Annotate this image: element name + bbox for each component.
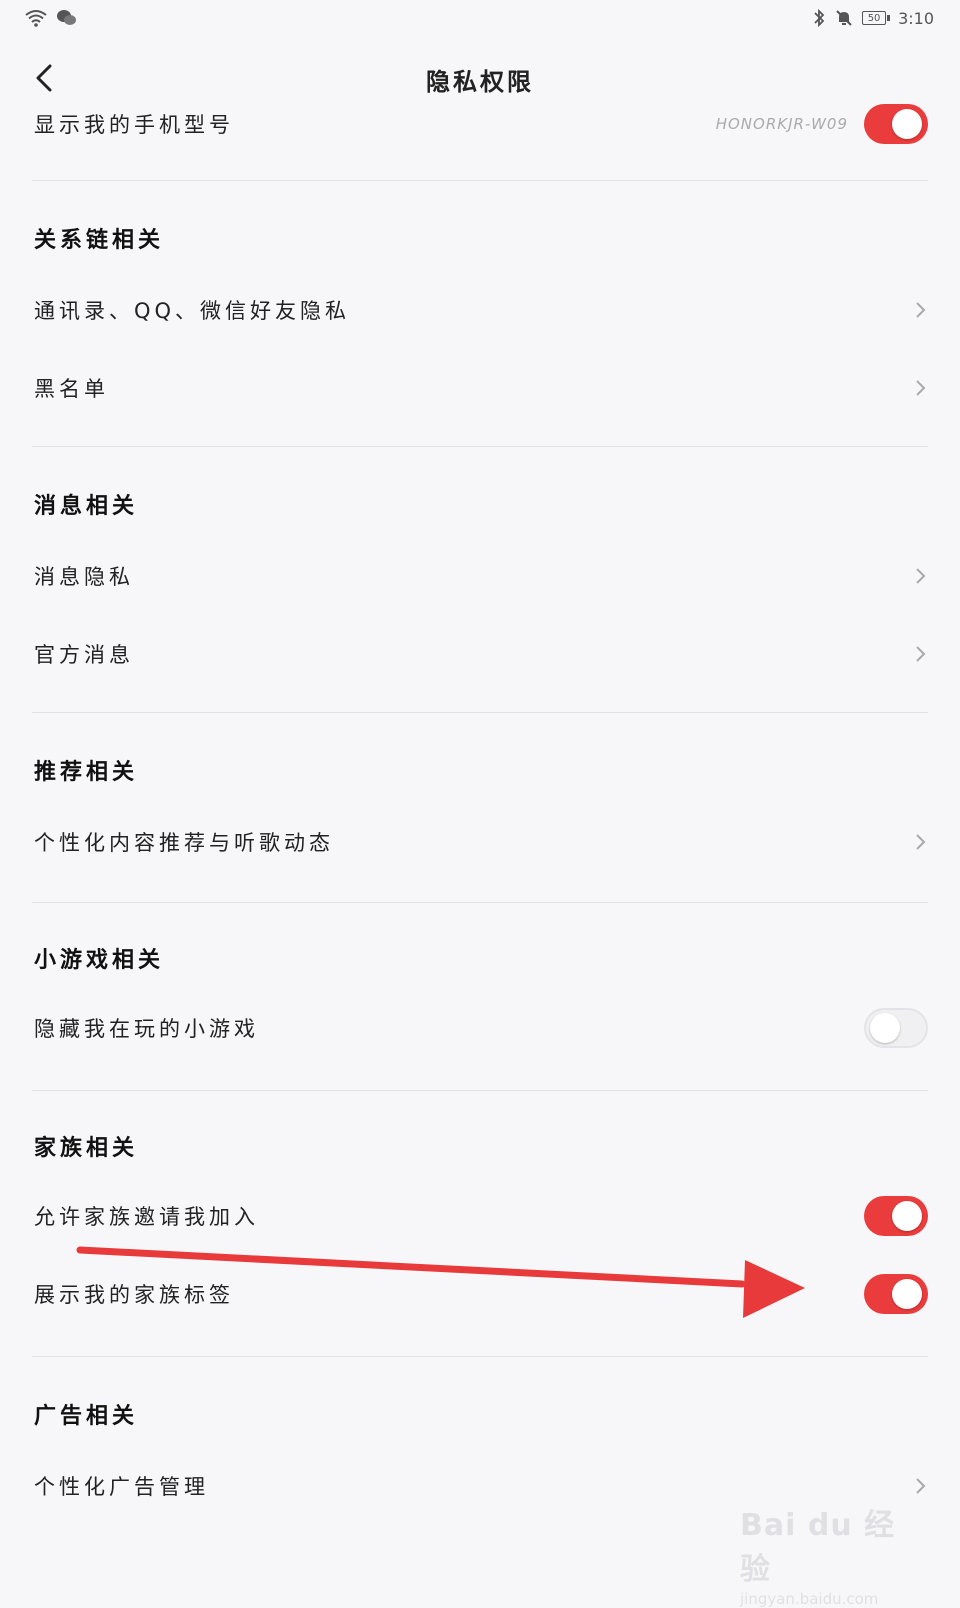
- wechat-icon: [57, 10, 76, 25]
- divider: [32, 712, 928, 713]
- wifi-icon: [25, 10, 47, 27]
- battery-indicator: 50: [862, 11, 891, 25]
- row-label: 展示我的家族标签: [34, 1283, 234, 1307]
- divider: [32, 180, 928, 181]
- section-title-minigames: 小游戏相关: [34, 948, 165, 973]
- divider: [32, 1356, 928, 1357]
- row-hide-minigames[interactable]: 隐藏我在玩的小游戏: [34, 996, 928, 1060]
- watermark-url: jingyan.baidu.com: [740, 1590, 879, 1608]
- row-label: 个性化广告管理: [34, 1475, 209, 1499]
- battery-level: 50: [862, 11, 887, 25]
- watermark-logo: Bai du 经验: [740, 1508, 896, 1587]
- chevron-right-icon: [916, 834, 926, 850]
- divider: [32, 902, 928, 903]
- section-title-recommend: 推荐相关: [34, 760, 139, 785]
- divider: [32, 446, 928, 447]
- section-title-relations: 关系链相关: [34, 228, 165, 253]
- row-label: 消息隐私: [34, 565, 134, 589]
- chevron-right-icon: [916, 1478, 926, 1494]
- row-label: 通讯录、QQ、微信好友隐私: [34, 299, 351, 323]
- toggle-show-phone-model[interactable]: [864, 104, 928, 144]
- status-right: 50 3:10: [812, 8, 934, 28]
- chevron-right-icon: [916, 646, 926, 662]
- phone-model-value: HONORKJR-W09: [715, 115, 848, 133]
- row-contacts-privacy[interactable]: 通讯录、QQ、微信好友隐私: [34, 278, 928, 342]
- row-label: 个性化内容推荐与听歌动态: [34, 831, 334, 855]
- row-show-phone-model[interactable]: 显示我的手机型号 HONORKJR-W09: [34, 92, 928, 156]
- chevron-right-icon: [916, 302, 926, 318]
- chevron-right-icon: [916, 568, 926, 584]
- toggle-show-family-tag[interactable]: [864, 1274, 928, 1314]
- row-label: 隐藏我在玩的小游戏: [34, 1017, 259, 1041]
- row-label: 显示我的手机型号: [34, 113, 234, 137]
- row-blacklist[interactable]: 黑名单: [34, 356, 928, 420]
- toggle-hide-minigames[interactable]: [864, 1008, 928, 1048]
- status-left: [24, 8, 78, 28]
- row-allow-family-invite[interactable]: 允许家族邀请我加入: [34, 1184, 928, 1248]
- toggle-allow-family-invite[interactable]: [864, 1196, 928, 1236]
- status-bar: 50 3:10: [0, 0, 960, 40]
- row-message-privacy[interactable]: 消息隐私: [34, 544, 928, 608]
- row-label: 官方消息: [34, 643, 134, 667]
- status-time: 3:10: [898, 8, 934, 28]
- section-title-messages: 消息相关: [34, 494, 139, 519]
- section-title-ads: 广告相关: [34, 1404, 139, 1429]
- row-label: 允许家族邀请我加入: [34, 1205, 259, 1229]
- chevron-right-icon: [916, 380, 926, 396]
- divider: [32, 1090, 928, 1091]
- section-title-family: 家族相关: [34, 1136, 139, 1161]
- row-show-family-tag[interactable]: 展示我的家族标签: [34, 1262, 928, 1326]
- mute-bell-icon: [836, 10, 852, 26]
- row-official-messages[interactable]: 官方消息: [34, 622, 928, 686]
- row-label: 黑名单: [34, 377, 109, 401]
- baidu-watermark: Bai du 经验 jingyan.baidu.com: [740, 1500, 920, 1608]
- bluetooth-icon: [814, 8, 825, 28]
- row-personalized-content[interactable]: 个性化内容推荐与听歌动态: [34, 810, 928, 874]
